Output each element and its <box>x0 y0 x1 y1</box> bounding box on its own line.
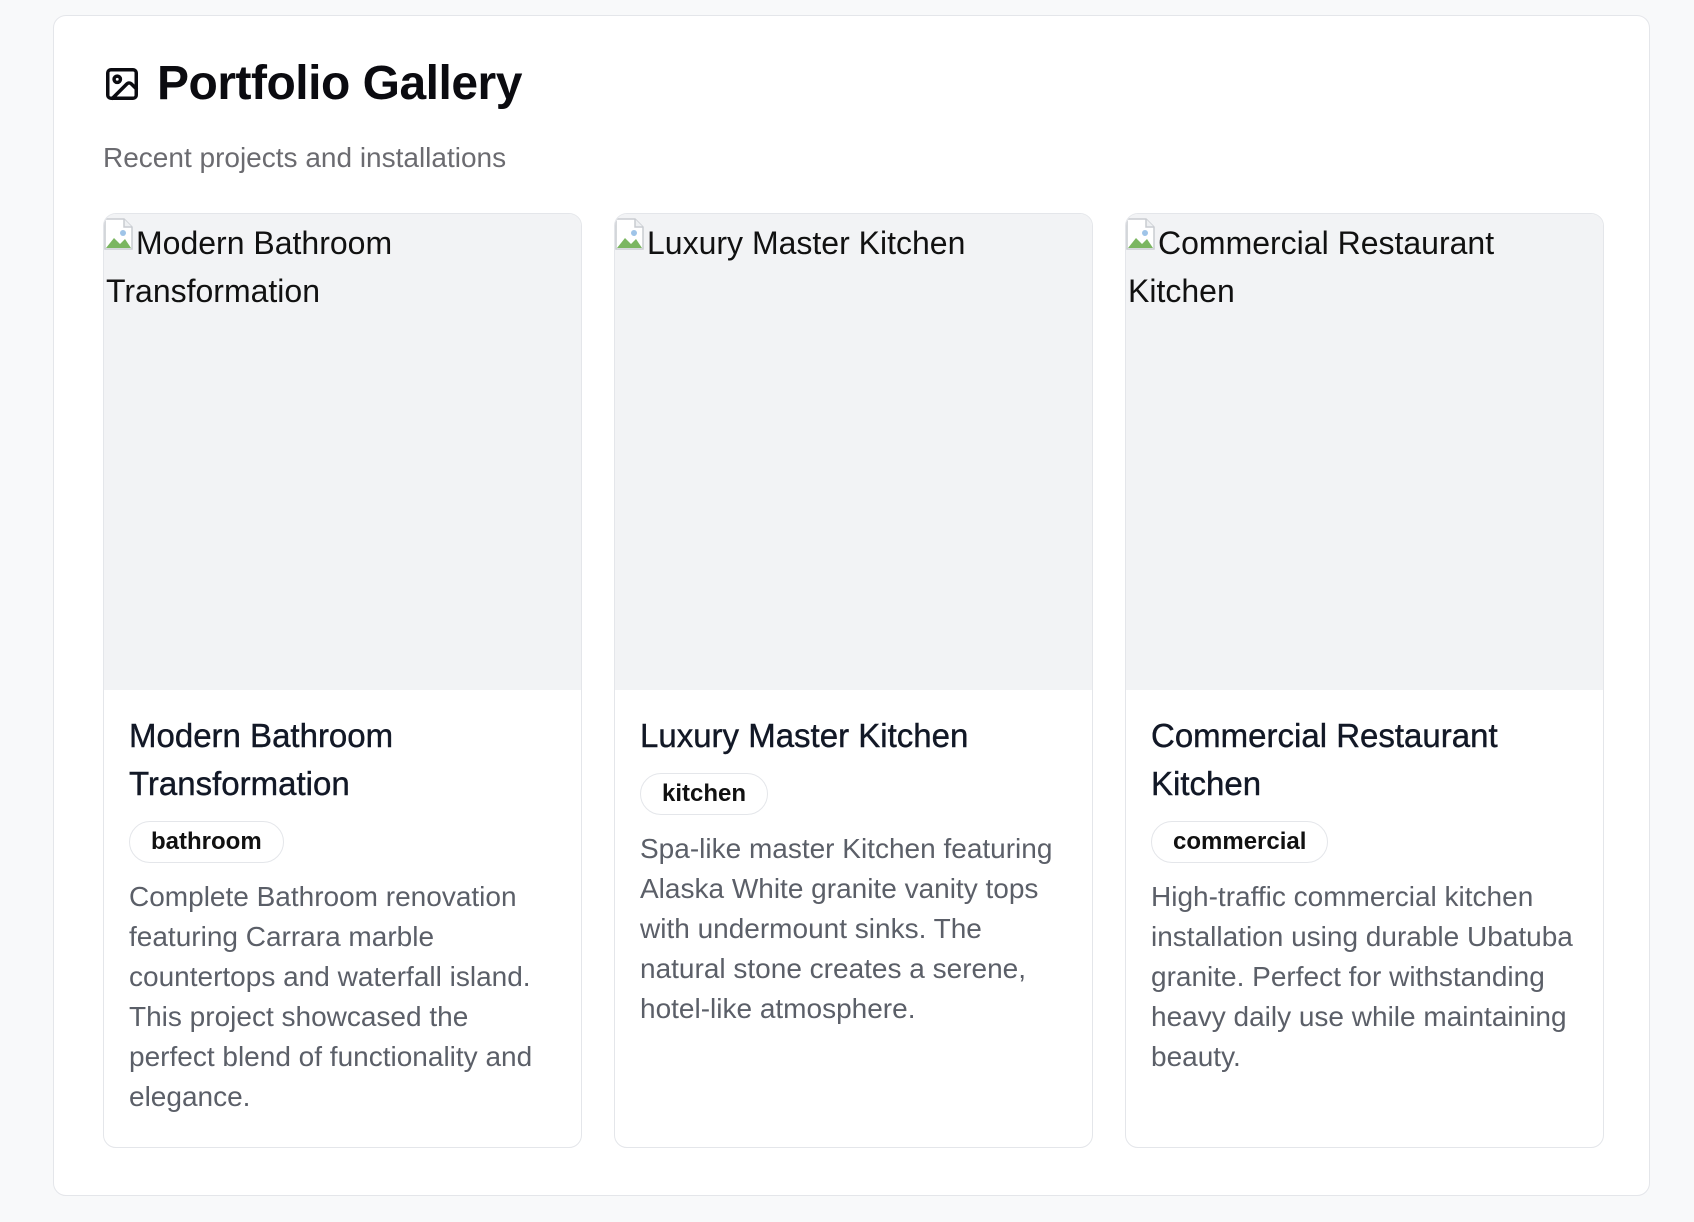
image-alt-text: Commercial Restaurant Kitchen <box>1128 225 1495 309</box>
project-title: Luxury Master Kitchen <box>640 717 969 754</box>
project-image[interactable]: Luxury Master Kitchen <box>615 214 1092 690</box>
project-title: Commercial Restaurant Kitchen <box>1151 717 1498 802</box>
project-card[interactable]: Modern Bathroom Transformation Modern Ba… <box>103 213 582 1148</box>
project-image[interactable]: Modern Bathroom Transformation <box>104 214 581 690</box>
category-tag: kitchen <box>640 773 769 815</box>
card-body: Modern Bathroom Transformation bathroom … <box>104 690 581 1117</box>
image-alt-text: Modern Bathroom Transformation <box>106 225 393 309</box>
page-title: Portfolio Gallery <box>157 57 522 110</box>
project-description: High-traffic commercial kitchen installa… <box>1151 881 1573 1072</box>
category-tag: bathroom <box>129 821 284 863</box>
project-description: Spa-like master Kitchen featuring Alaska… <box>640 833 1053 1024</box>
project-card[interactable]: Luxury Master Kitchen Luxury Master Kitc… <box>614 213 1093 1148</box>
card-body: Luxury Master Kitchen kitchen Spa-like m… <box>615 690 1092 1029</box>
category-tag: commercial <box>1151 821 1329 863</box>
image-alt-text: Luxury Master Kitchen <box>647 225 966 261</box>
project-image[interactable]: Commercial Restaurant Kitchen <box>1126 214 1603 690</box>
project-description: Complete Bathroom renovation featuring C… <box>129 881 533 1112</box>
project-title: Modern Bathroom Transformation <box>129 717 394 802</box>
page-subtitle: Recent projects and installations <box>103 142 507 173</box>
project-card[interactable]: Commercial Restaurant Kitchen Commercial… <box>1125 213 1604 1148</box>
gallery-header: Portfolio Gallery <box>103 60 522 108</box>
card-body: Commercial Restaurant Kitchen commercial… <box>1126 690 1603 1077</box>
portfolio-gallery-panel: Portfolio Gallery Recent projects and in… <box>53 15 1650 1196</box>
image-icon <box>103 65 141 103</box>
